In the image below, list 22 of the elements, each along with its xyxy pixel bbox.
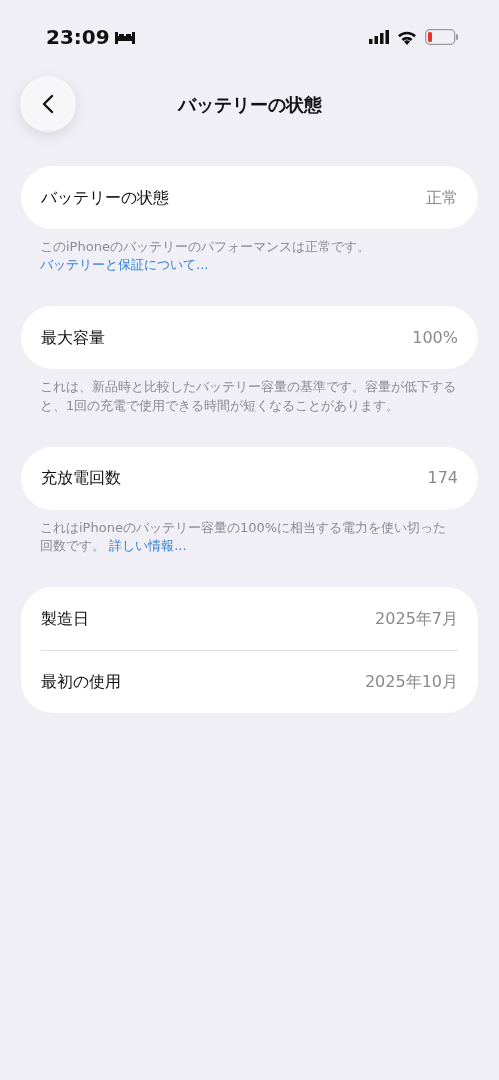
row-label: 最初の使用 xyxy=(41,671,121,694)
row-value: 174 xyxy=(427,467,458,490)
signal-icon xyxy=(369,30,389,44)
info-link[interactable]: バッテリーと保証について... xyxy=(40,257,209,273)
row-value: 2025年10月 xyxy=(364,671,458,694)
battery-icon xyxy=(425,29,459,45)
footer-note: これはiPhoneのバッテリー容量の100%に相当する電力を使い切った回数です。 詳しい情報... xyxy=(39,518,448,555)
back-icon xyxy=(42,94,54,114)
row-label: バッテリーの状態 xyxy=(41,186,169,209)
wifi-icon xyxy=(397,29,417,45)
status-time: 23:09 xyxy=(46,24,110,51)
bed-icon xyxy=(113,30,136,44)
page-title: バッテリーの状態 xyxy=(177,92,322,117)
row-label: 製造日 xyxy=(41,607,89,630)
footer-note: これは、新品時と比較したバッテリー容量の基準です。容量が低下すると、1回の充電で使用できる時間が短くなることがあります。 xyxy=(39,378,457,415)
row-value: 2025年7月 xyxy=(375,607,458,630)
row-value: 100% xyxy=(412,326,458,349)
info-link[interactable]: 詳しい情報... xyxy=(109,537,187,553)
row-label: 最大容量 xyxy=(41,326,105,349)
row-label: 充放電回数 xyxy=(41,467,121,490)
row-value: 正常 xyxy=(426,186,458,209)
footer-note: このiPhoneのバッテリーのパフォーマンスは正常です。 バッテリーと保証について... xyxy=(39,238,371,275)
